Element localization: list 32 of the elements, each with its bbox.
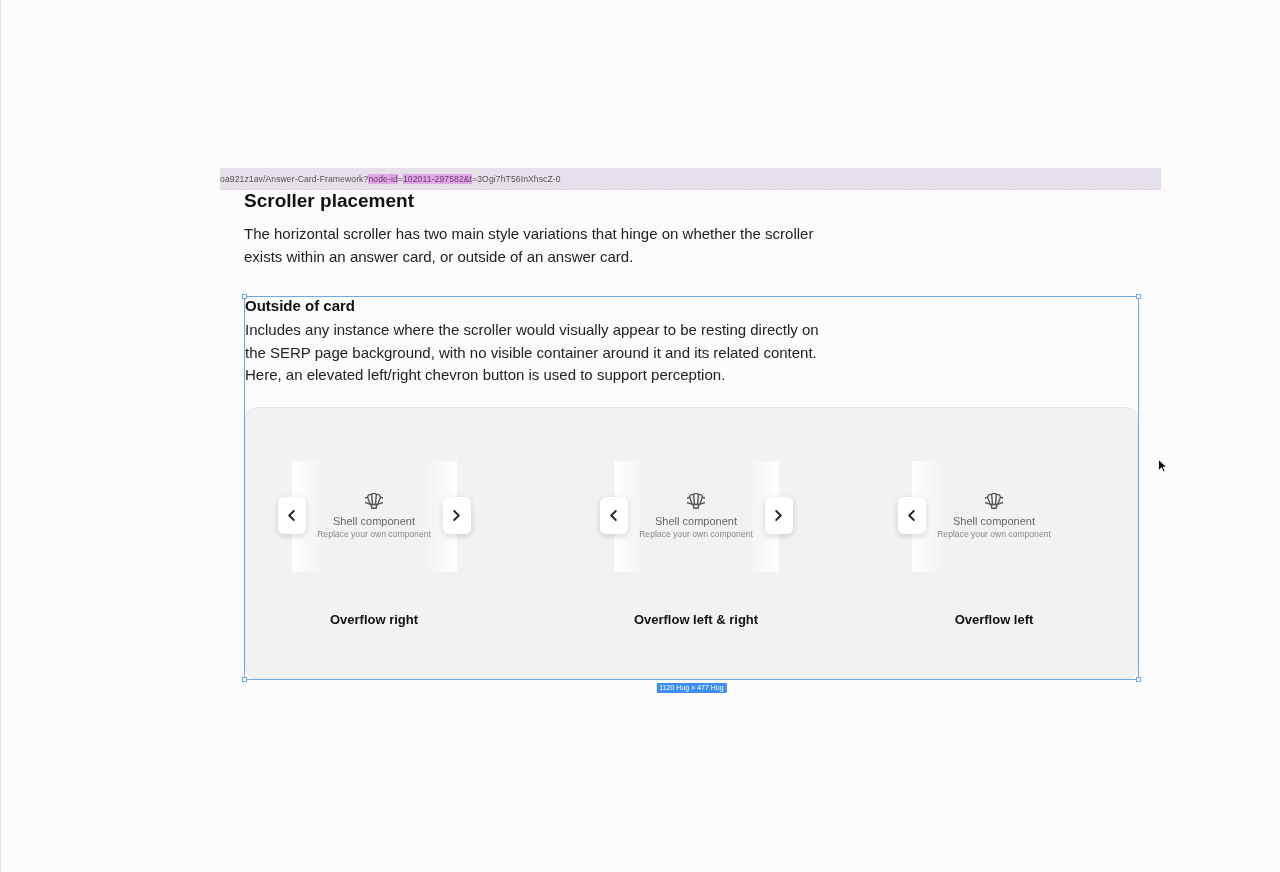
example-label: Overflow right xyxy=(329,611,419,628)
chevron-left-icon xyxy=(288,509,295,521)
chevron-left-icon xyxy=(908,509,915,521)
resize-handle[interactable] xyxy=(242,294,247,299)
chevron-right-icon xyxy=(453,509,460,521)
chevron-right-icon xyxy=(775,509,782,521)
chevron-left-icon xyxy=(610,509,617,521)
resize-handle[interactable] xyxy=(1136,676,1141,682)
shell-subtitle: Replace your own component xyxy=(639,527,753,540)
shell-title: Shell component xyxy=(333,513,415,528)
scroll-right-button[interactable] xyxy=(764,496,793,534)
shell-icon xyxy=(687,492,705,509)
url-text: oa921z1av/Answer-Card-Framework?node-id=102011-297582&t=3Ogi7hT56InXhscZ-0 xyxy=(220,173,561,184)
cursor-icon xyxy=(1158,459,1167,473)
resize-handle[interactable] xyxy=(242,676,247,682)
shell-title: Shell component xyxy=(953,513,1035,528)
resize-handle[interactable] xyxy=(1136,294,1141,299)
scroll-left-button[interactable] xyxy=(897,496,926,534)
example-label: Overflow left & right xyxy=(633,611,759,628)
shell-subtitle: Replace your own component xyxy=(937,527,1051,540)
shell-icon xyxy=(985,492,1003,509)
section-heading: Scroller placement xyxy=(244,190,415,212)
subsection-paragraph: Includes any instance where the scroller would visually appear to be resting directly on the SERP page background, with no visible container around it and its related content. Here, an elevated left/right chevron button is used to support perception. xyxy=(245,320,820,385)
scroll-right-button[interactable] xyxy=(442,496,471,534)
example-label: Overflow left xyxy=(954,611,1034,628)
scroll-left-button[interactable] xyxy=(599,496,628,534)
subsection-title: Outside of card xyxy=(245,297,356,315)
scroll-left-button[interactable] xyxy=(277,496,306,534)
intro-paragraph: The horizontal scroller has two main style variations that hinge on whether the scroller exists within an answer card, or outside of an answer card. xyxy=(244,224,815,267)
shell-icon xyxy=(365,492,383,509)
shell-subtitle: Replace your own component xyxy=(317,527,431,540)
shell-title: Shell component xyxy=(655,513,737,528)
